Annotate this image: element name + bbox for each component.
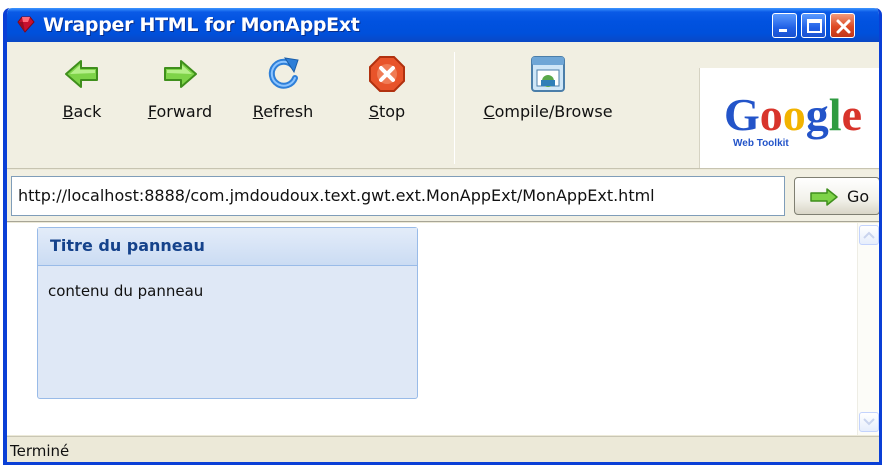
stop-button[interactable]: Stop [362, 54, 412, 121]
gwt-logo: Google Web Toolkit [699, 68, 879, 168]
svg-text:Google: Google [724, 89, 862, 140]
address-bar: http://localhost:8888/com.jmdoudoux.text… [7, 170, 879, 222]
panel-body: contenu du panneau [48, 282, 204, 300]
minimize-button[interactable] [772, 13, 797, 38]
toolbar: Back Forward Refresh Stop Compile/Browse… [7, 42, 879, 169]
compile-browse-button[interactable]: Compile/Browse [473, 54, 623, 121]
close-button[interactable] [830, 13, 855, 38]
compile-browse-icon [531, 56, 565, 92]
status-bar: Terminé [7, 436, 879, 462]
forward-arrow-icon [164, 60, 197, 88]
google-web-toolkit-logo: Google Web Toolkit [724, 89, 862, 149]
toolbar-separator [454, 52, 455, 164]
minimize-icon [779, 29, 787, 32]
forward-button[interactable]: Forward [137, 54, 223, 121]
stop-icon [369, 56, 405, 92]
maximize-icon [807, 19, 822, 33]
app-gem-icon [17, 16, 35, 33]
chevron-down-icon [863, 418, 875, 426]
panel-title: Titre du panneau [38, 228, 417, 266]
url-input[interactable]: http://localhost:8888/com.jmdoudoux.text… [11, 176, 785, 216]
chevron-up-icon [863, 231, 875, 239]
vertical-scrollbar[interactable] [857, 223, 879, 435]
title-bar[interactable]: Wrapper HTML for MonAppExt [7, 8, 879, 42]
back-accel: B [62, 102, 74, 121]
ext-panel: Titre du panneau contenu du panneau [37, 227, 418, 399]
svg-text:Web Toolkit: Web Toolkit [733, 138, 789, 149]
refresh-icon [268, 57, 299, 89]
close-icon [836, 19, 851, 34]
window-title: Wrapper HTML for MonAppExt [43, 14, 360, 36]
scroll-up-button[interactable] [859, 225, 879, 245]
refresh-button[interactable]: Refresh [243, 54, 323, 121]
refresh-accel: R [252, 102, 264, 121]
page-content: Titre du panneau contenu du panneau [7, 223, 857, 435]
back-button[interactable]: Back [52, 54, 112, 121]
scroll-down-button[interactable] [859, 412, 879, 432]
stop-accel: S [368, 102, 379, 121]
go-button[interactable]: Go [794, 177, 879, 215]
back-arrow-icon [65, 60, 98, 88]
maximize-button[interactable] [801, 13, 826, 38]
compile-accel: C [483, 102, 495, 121]
go-label: Go [847, 187, 870, 206]
go-arrow-icon [810, 188, 838, 206]
browser-window: Wrapper HTML for MonAppExt Back Forward … [3, 8, 882, 465]
